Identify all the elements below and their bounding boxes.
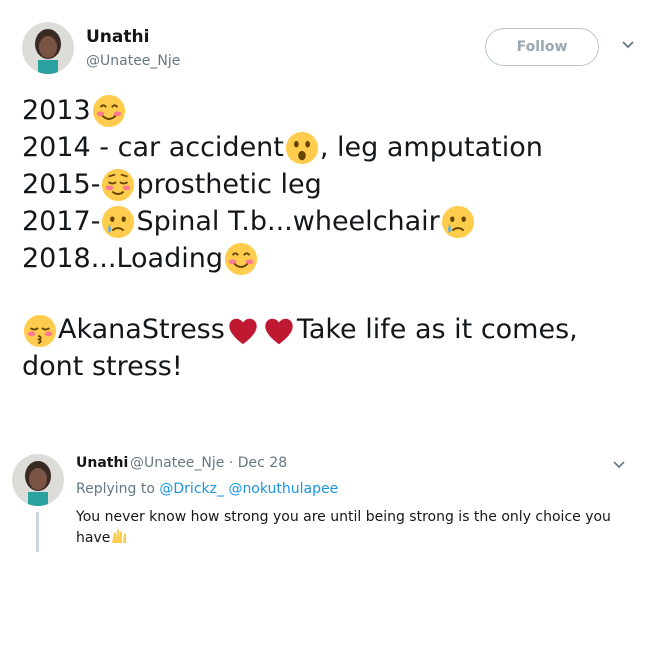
red-heart-icon — [226, 314, 260, 348]
hushed-emoji-icon — [285, 131, 319, 165]
tweet-line-text: , leg amputation — [319, 132, 543, 163]
red-heart-icon — [262, 314, 296, 348]
display-name[interactable]: Unathi — [86, 27, 149, 47]
replying-prefix: Replying to — [76, 481, 155, 497]
hashtag-text: AkanaStress — [58, 314, 225, 345]
reply-display-name[interactable]: Unathi — [76, 455, 128, 471]
tweet-line-text: 2018...Loading — [22, 243, 223, 274]
mention-link[interactable]: @Drickz_ — [159, 481, 224, 497]
tweet-line-text: 2017- — [22, 206, 101, 237]
reply-meta[interactable]: @Unatee_Nje · Dec 28 — [130, 455, 287, 471]
tweet-line-text: prosthetic leg — [136, 169, 322, 200]
thread-line — [36, 512, 39, 552]
smiling-blush-emoji-icon — [224, 242, 258, 276]
reply-text: You never know how strong you are until … — [76, 507, 616, 549]
sad-tear-emoji-icon — [101, 205, 135, 239]
user-handle[interactable]: @Unatee_Nje — [86, 53, 180, 69]
reply-tweet[interactable]: Unathi @Unatee_Nje · Dec 28 Replying to … — [12, 452, 642, 562]
follow-button[interactable]: Follow — [485, 28, 599, 66]
reply-text-content: You never know how strong you are until … — [76, 509, 611, 546]
mention-link[interactable]: @nokuthulapee — [228, 481, 338, 497]
tweet-closing: AkanaStress Take life as it comes, dont … — [22, 311, 642, 385]
tweet-text: 2013 2014 - car accident , leg amputatio… — [22, 92, 642, 385]
smiling-blush-emoji-icon — [92, 94, 126, 128]
avatar[interactable] — [22, 22, 74, 74]
tweet-line-text: 2014 - car accident — [22, 132, 284, 163]
chevron-down-icon[interactable] — [620, 36, 636, 52]
tweet-line: 2014 - car accident , leg amputation — [22, 129, 642, 166]
replying-to: Replying to @Drickz_ @nokuthulapee — [76, 481, 338, 497]
tweet-line: 2018...Loading — [22, 240, 642, 277]
tweet-line: 2013 — [22, 92, 642, 129]
kissing-blush-emoji-icon — [23, 314, 57, 348]
tweet-line-text: 2015- — [22, 169, 101, 200]
sad-tear-emoji-icon — [441, 205, 475, 239]
tweet-line: 2015- prosthetic leg — [22, 166, 642, 203]
tweet-line-text: 2013 — [22, 95, 91, 126]
tweet-line-text: Spinal T.b...wheelchair — [136, 206, 440, 237]
tweet-line: 2017- Spinal T.b...wheelchair — [22, 203, 642, 240]
chevron-down-icon[interactable] — [612, 456, 626, 470]
tweet-header: Unathi @Unatee_Nje Follow — [22, 22, 642, 82]
raised-hands-icon — [110, 528, 128, 546]
avatar[interactable] — [12, 454, 64, 506]
relieved-blush-emoji-icon — [101, 168, 135, 202]
